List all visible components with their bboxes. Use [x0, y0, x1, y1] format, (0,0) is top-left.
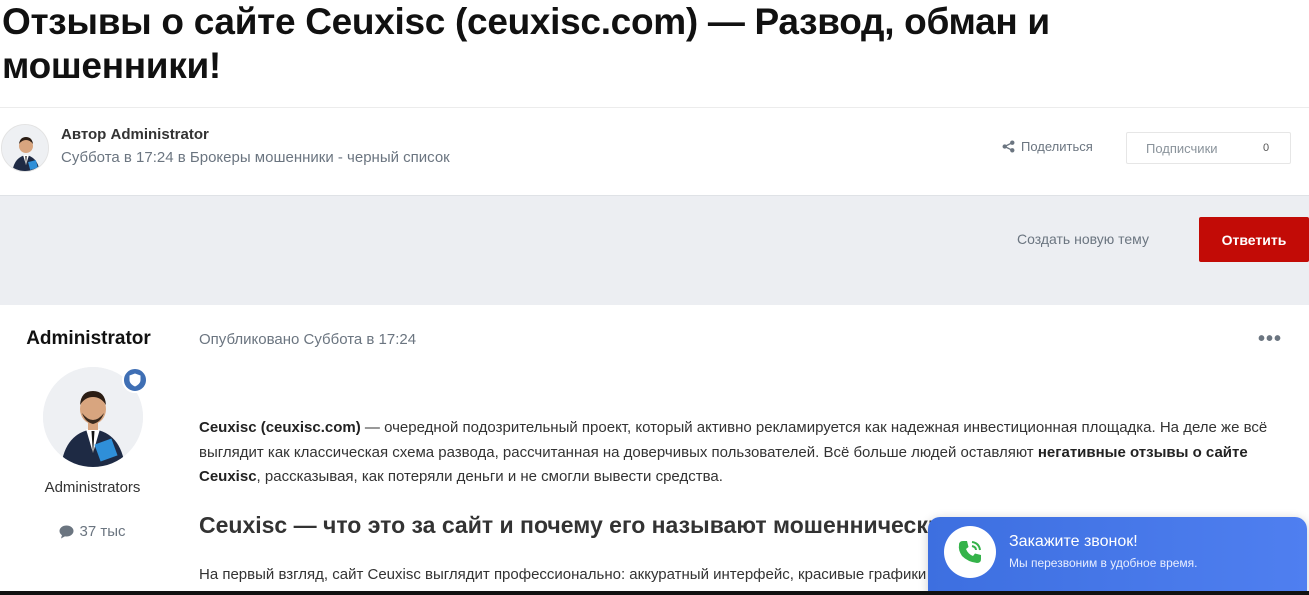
followers-count: 0: [1262, 142, 1270, 154]
share-icon: [1002, 140, 1015, 153]
author-prefix: Автор: [61, 126, 107, 143]
post-paragraph-1: Ceuxisc (ceuxisc.com) — очередной подозр…: [199, 416, 1279, 490]
category-link[interactable]: Брокеры мошенники - черный список: [190, 149, 450, 166]
post-more-menu-icon[interactable]: •••: [1258, 328, 1282, 351]
actions-bar: [0, 195, 1309, 305]
bold-site-name: Ceuxisc (ceuxisc.com): [199, 419, 361, 436]
paragraph-text: , рассказывая, как потеряли деньги и не …: [256, 468, 723, 485]
phone-icon: [944, 526, 996, 578]
post-date: Опубликовано Суббота в 17:24: [199, 331, 417, 348]
callback-widget[interactable]: Закажите звонок! Мы перезвоним в удобное…: [928, 517, 1307, 595]
callback-subtitle: Мы перезвоним в удобное время.: [1009, 556, 1198, 570]
followers-button[interactable]: Подписчики 0: [1126, 132, 1291, 164]
author-post-count: 37 тыс: [0, 523, 185, 540]
moderator-shield-icon: [122, 367, 148, 393]
author-avatar[interactable]: [1, 124, 49, 172]
author-group: Administrators: [44, 479, 141, 496]
meta-date: Суббота в 17:24 в: [61, 149, 186, 166]
new-topic-button[interactable]: Создать новую тему: [1017, 231, 1149, 247]
callback-title: Закажите звонок!: [1009, 533, 1138, 550]
share-label: Поделиться: [1021, 139, 1093, 154]
share-button[interactable]: Поделиться: [1002, 139, 1093, 154]
post-count-value: 37 тыс: [79, 523, 126, 540]
bottom-edge: [0, 591, 1309, 595]
meta-subline: Суббота в 17:24 в Брокеры мошенники - че…: [61, 149, 450, 166]
reply-button[interactable]: Ответить: [1199, 217, 1309, 262]
divider: [0, 107, 1309, 108]
meta-author: Автор Administrator: [61, 126, 209, 143]
comment-icon: [59, 525, 74, 538]
post-heading: Ceuxisc — что это за сайт и почему его н…: [199, 512, 959, 538]
followers-label: Подписчики: [1146, 140, 1218, 156]
author-link[interactable]: Administrator: [111, 126, 209, 143]
post-author-name[interactable]: Administrator: [0, 328, 177, 350]
topic-title: Отзывы о сайте Ceuxisc (ceuxisc.com) — Р…: [2, 1, 1050, 86]
